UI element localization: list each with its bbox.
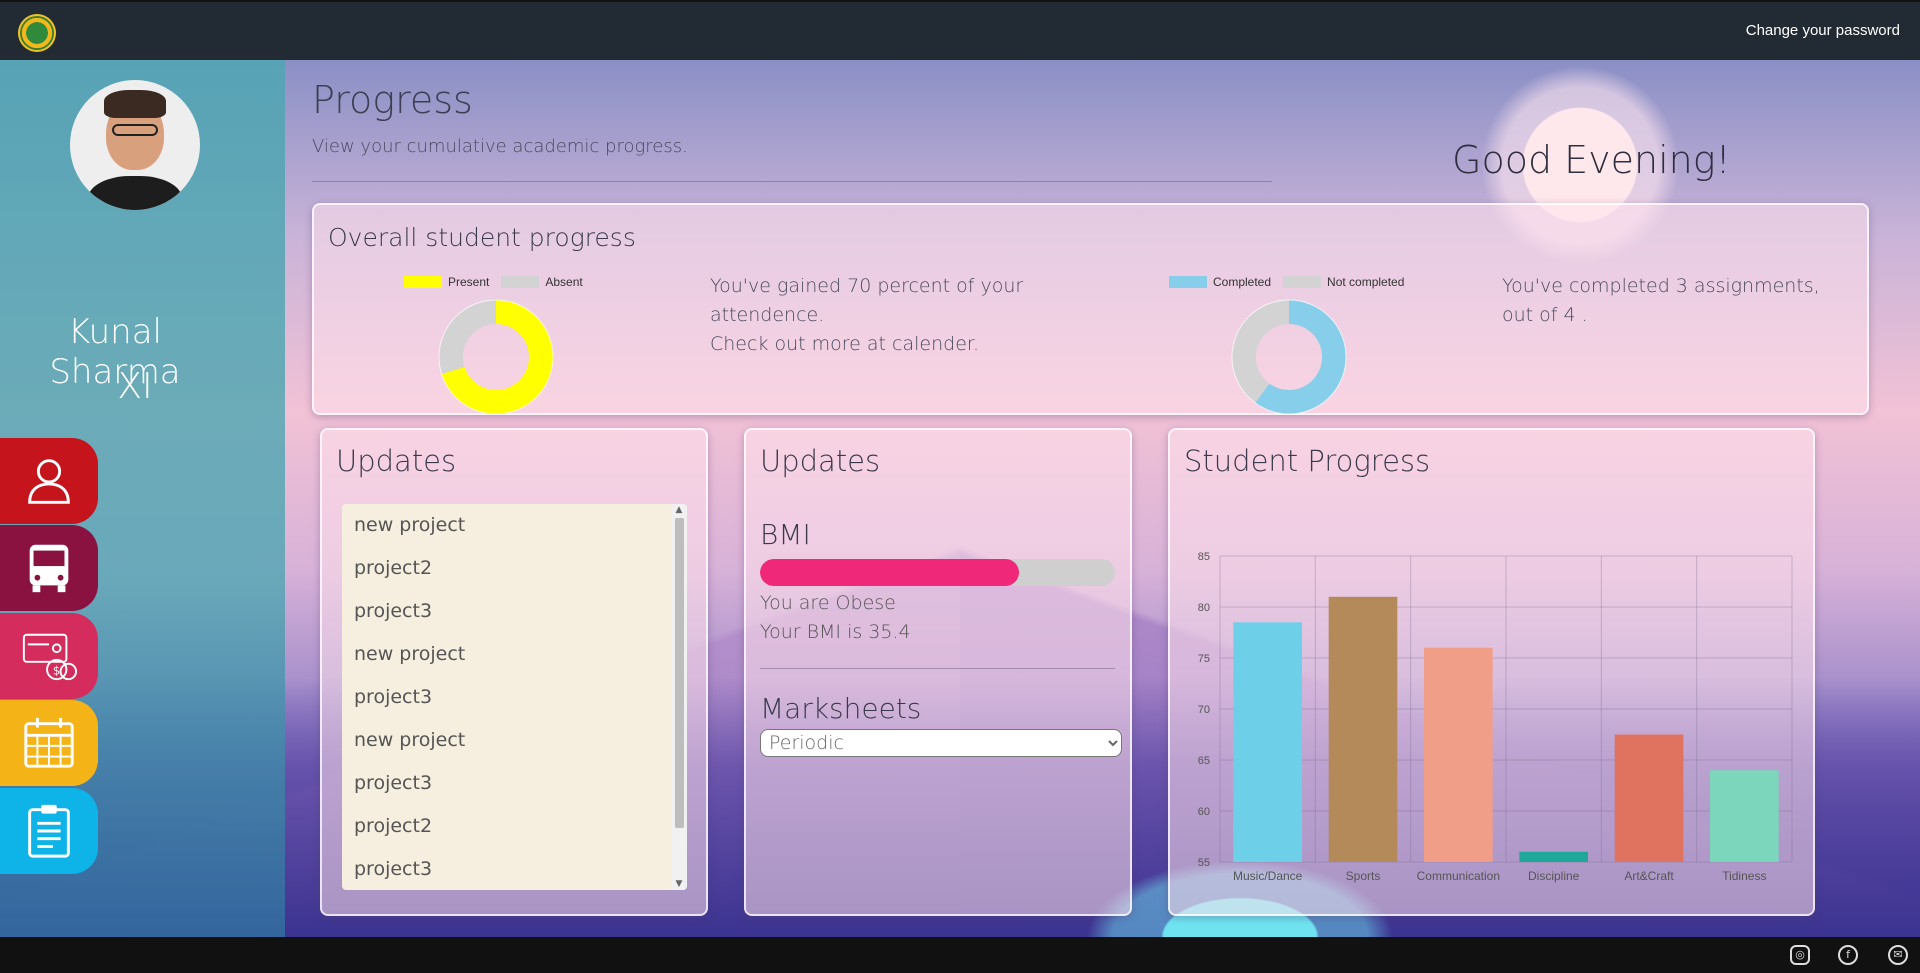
list-item[interactable]: project3 <box>342 590 687 633</box>
greeting: Good Evening! <box>1452 138 1731 182</box>
marksheet-select[interactable]: Periodic <box>760 729 1122 757</box>
bar[interactable] <box>1614 734 1684 863</box>
bmi-progress-fill <box>760 559 1020 586</box>
list-item[interactable]: new project <box>342 719 687 762</box>
bmi-label: BMI <box>760 518 811 551</box>
y-tick-label: 60 <box>1198 806 1210 818</box>
legend-completed-swatch[interactable] <box>1169 276 1207 288</box>
assignments-line-2: out of 4 . <box>1502 304 1588 326</box>
attendance-text: You've gained 70 percent of your attende… <box>710 272 1023 359</box>
page-title: Progress <box>312 78 473 122</box>
scroll-up-icon[interactable]: ▲ <box>674 505 684 515</box>
fees-icon: $ <box>22 633 78 681</box>
legend-completed-label: Completed <box>1213 275 1272 289</box>
list-item[interactable]: new project <box>342 504 687 547</box>
attendance-line-1: You've gained 70 percent of your <box>710 275 1024 297</box>
bmi-value: Your BMI is 35.4 <box>760 621 911 643</box>
bar[interactable] <box>1233 622 1302 862</box>
x-tick-label: Tidiness <box>1722 869 1766 883</box>
mail-icon[interactable]: ✉ <box>1888 945 1908 965</box>
legend-not-completed-swatch[interactable] <box>1283 276 1322 288</box>
y-tick-label: 80 <box>1198 602 1210 614</box>
assignments-donut <box>1231 299 1347 415</box>
calendar-icon <box>24 717 74 768</box>
title-divider <box>312 181 1272 182</box>
bmi-progress-bar <box>760 559 1115 586</box>
y-tick-label: 75 <box>1198 653 1210 665</box>
list-item[interactable]: project2 <box>342 805 687 848</box>
health-title: Updates <box>760 444 881 478</box>
attendance-line-2: attendence. <box>710 304 825 326</box>
scroll-down-icon[interactable]: ▼ <box>674 879 684 889</box>
list-item[interactable]: project3 <box>342 676 687 719</box>
list-item[interactable]: project3 <box>342 848 687 890</box>
y-tick-label: 55 <box>1198 857 1210 869</box>
attendance-legend: Present Absent <box>404 275 583 289</box>
page-subtitle: View your cumulative academic progress. <box>312 136 688 157</box>
svg-text:$: $ <box>53 663 60 677</box>
footer: ◎ f ✉ <box>0 937 1920 973</box>
user-icon <box>28 459 70 504</box>
nav-profile-button[interactable] <box>0 438 98 524</box>
bar[interactable] <box>1424 647 1493 862</box>
list-item[interactable]: new project <box>342 633 687 676</box>
legend-present-label: Present <box>448 275 490 289</box>
updates-scrollbar[interactable]: ▲ ▼ <box>671 504 687 890</box>
bar[interactable] <box>1519 851 1588 862</box>
nav-transport-button[interactable] <box>0 525 98 611</box>
change-password-link[interactable]: Change your password <box>1746 22 1900 39</box>
nav-fees-button[interactable]: $ <box>0 613 98 699</box>
bar[interactable] <box>1328 596 1398 862</box>
legend-absent-swatch[interactable] <box>501 276 540 288</box>
facebook-icon[interactable]: f <box>1838 945 1858 965</box>
x-tick-label: Discipline <box>1528 869 1580 883</box>
assignments-legend: Completed Not completed <box>1169 275 1404 289</box>
attendance-line-3: Check out more at calender. <box>710 333 979 355</box>
y-tick-label: 85 <box>1198 551 1210 563</box>
assignments-text: You've completed 3 assignments, out of 4… <box>1502 272 1820 330</box>
list-item[interactable]: project2 <box>342 547 687 590</box>
school-logo[interactable] <box>18 14 56 52</box>
health-card: Updates BMI You are Obese Your BMI is 35… <box>744 428 1132 916</box>
attendance-donut <box>438 299 554 415</box>
list-item[interactable]: project3 <box>342 762 687 805</box>
x-tick-label: Communication <box>1417 869 1500 883</box>
clipboard-icon <box>28 804 70 858</box>
legend-present-swatch[interactable] <box>404 276 442 288</box>
bar[interactable] <box>1710 770 1779 862</box>
nav-assignments-button[interactable] <box>0 788 98 874</box>
bmi-divider <box>760 668 1115 669</box>
avatar-glasses <box>112 124 158 136</box>
legend-absent-label: Absent <box>545 275 583 289</box>
x-tick-label: Sports <box>1346 869 1381 883</box>
x-tick-label: Art&Craft <box>1624 869 1674 883</box>
updates-card: Updates new project project2 project3 ne… <box>320 428 708 916</box>
top-bar: Change your password <box>0 0 1920 62</box>
marksheets-label: Marksheets <box>760 692 922 725</box>
instagram-icon[interactable]: ◎ <box>1790 945 1810 965</box>
student-class: XI <box>117 366 153 407</box>
overall-progress-title: Overall student progress <box>328 223 636 252</box>
student-progress-chart: 55 60 65 70 75 80 85 Music/Dance Sports Communica… <box>1198 551 1793 883</box>
x-tick-label: Music/Dance <box>1233 869 1303 883</box>
updates-title: Updates <box>336 444 457 478</box>
avatar-shirt <box>88 176 182 210</box>
student-progress-card: Student Progress 55 60 65 70 75 80 85 Music/Dan… <box>1168 428 1815 916</box>
overall-progress-card: Overall student progress Present Absent … <box>312 203 1869 415</box>
y-tick-label: 70 <box>1198 704 1210 716</box>
avatar[interactable] <box>70 80 200 210</box>
scroll-thumb[interactable] <box>675 518 684 828</box>
student-progress-title: Student Progress <box>1184 444 1431 478</box>
assignments-line-1: You've completed 3 assignments, <box>1502 275 1820 297</box>
bmi-status: You are Obese <box>760 592 896 614</box>
bus-icon <box>29 544 69 593</box>
avatar-hair <box>104 90 166 118</box>
legend-not-completed-label: Not completed <box>1327 275 1405 289</box>
updates-list[interactable]: new project project2 project3 new projec… <box>342 504 687 890</box>
y-tick-label: 65 <box>1198 755 1210 767</box>
nav-calendar-button[interactable] <box>0 700 98 786</box>
